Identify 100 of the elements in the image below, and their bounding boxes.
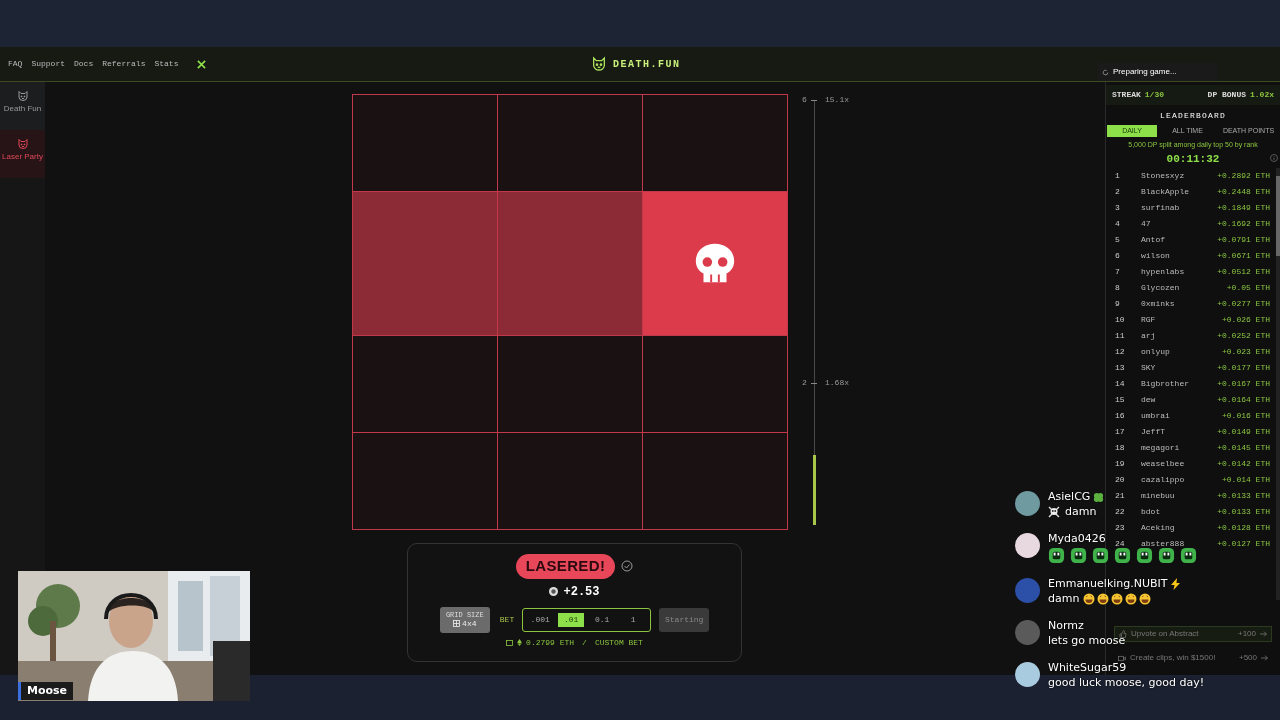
- nav-link[interactable]: FAQ: [8, 58, 23, 70]
- video-icon: [1118, 654, 1126, 662]
- player-name: Stonesxyz: [1141, 170, 1185, 182]
- bet-option[interactable]: 0.1: [589, 612, 616, 627]
- grid-tile[interactable]: [498, 335, 642, 432]
- screaming-emote-icon: [1158, 547, 1175, 564]
- winnings: +0.0149 ETH: [1217, 426, 1270, 438]
- cat-icon: [16, 90, 29, 102]
- rank: 22: [1115, 506, 1126, 518]
- player-name: hypenlabs: [1141, 266, 1185, 278]
- winnings: +0.014 ETH: [1222, 474, 1270, 486]
- bet-label: BET: [499, 613, 515, 626]
- rank: 8: [1115, 282, 1121, 294]
- bet-option[interactable]: .01: [558, 612, 585, 627]
- chat-author: AsielCG: [1048, 490, 1091, 504]
- custom-bet-link[interactable]: CUSTOM BET: [594, 636, 643, 649]
- grid-icon: [453, 620, 461, 627]
- check-circle-icon: [621, 560, 634, 573]
- winnings: +0.0177 ETH: [1217, 362, 1270, 374]
- screaming-emote-icon: [1180, 547, 1197, 564]
- rank: 1: [1115, 170, 1121, 182]
- laughing-emoji-icon: [1125, 593, 1138, 605]
- rank: 14: [1115, 378, 1126, 390]
- grid-tile[interactable]: [353, 95, 497, 192]
- grid-tile[interactable]: [353, 432, 497, 529]
- rank: 21: [1115, 490, 1126, 502]
- arrow-right-icon: [1261, 655, 1268, 661]
- screaming-emote-icon: [1114, 547, 1131, 564]
- player-name: cazalippo: [1141, 474, 1185, 486]
- player-name: surfinab: [1141, 202, 1180, 214]
- rank: 10: [1115, 314, 1126, 326]
- grid-tile[interactable]: [498, 95, 642, 192]
- winnings: +0.0512 ETH: [1217, 266, 1270, 278]
- x-logo-icon[interactable]: [197, 59, 207, 69]
- scale-tick: [811, 382, 817, 384]
- winnings: +0.0142 ETH: [1217, 458, 1270, 470]
- player-name: BlackApple: [1141, 186, 1189, 198]
- screaming-emote-icon: [1136, 547, 1153, 564]
- streak-value: 1/30: [1144, 89, 1164, 101]
- site-logo[interactable]: DEATH.FUN: [613, 56, 681, 72]
- player-name: umbrai: [1141, 410, 1170, 422]
- screaming-emote-icon: [1048, 547, 1065, 564]
- chat-author: WhiteSugar59: [1048, 661, 1127, 675]
- rank: 11: [1115, 330, 1126, 342]
- grid-tile[interactable]: [643, 335, 787, 432]
- player-name: Antof: [1141, 234, 1165, 246]
- grid-tile[interactable]: [643, 192, 787, 335]
- laughing-emoji-icon: [1111, 593, 1124, 605]
- rank: 16: [1115, 410, 1126, 422]
- rank: 15: [1115, 394, 1126, 406]
- toast: Preparing game...: [1098, 63, 1218, 81]
- scale-multiplier: 15.1x: [825, 94, 849, 106]
- wallet-icon: [506, 639, 514, 646]
- nav-link[interactable]: Referrals: [102, 58, 146, 70]
- bonus-value: 1.02x: [1250, 89, 1274, 101]
- sidebar-item[interactable]: Death Fun: [0, 82, 45, 130]
- winnings: +0.0128 ETH: [1217, 522, 1270, 534]
- bonus-label: DP BONUS: [1207, 89, 1246, 101]
- rank: 23: [1115, 522, 1126, 534]
- player-name: abster888: [1141, 538, 1185, 550]
- bet-option[interactable]: .001: [527, 612, 554, 627]
- winnings: +0.0145 ETH: [1217, 442, 1270, 454]
- chat-message: good luck moose, good day!: [1048, 676, 1205, 690]
- grid-tile[interactable]: [498, 192, 642, 335]
- player-name: 47: [1141, 218, 1151, 230]
- thumbs-up-icon: [1119, 630, 1127, 638]
- nav-link[interactable]: Support: [31, 58, 65, 70]
- winnings: +0.0133 ETH: [1217, 506, 1270, 518]
- lightning-icon: [1170, 578, 1180, 590]
- winnings: +0.2448 ETH: [1217, 186, 1270, 198]
- player-name: Aceking: [1141, 522, 1175, 534]
- screaming-emote-icon: [1070, 547, 1087, 564]
- rank: 12: [1115, 346, 1126, 358]
- grid-tile[interactable]: [353, 192, 497, 335]
- grid-tile[interactable]: [643, 432, 787, 529]
- rank: 18: [1115, 442, 1126, 454]
- rank: 4: [1115, 218, 1121, 230]
- player-name: 0xminks: [1141, 298, 1175, 310]
- winnings: +0.0164 ETH: [1217, 394, 1270, 406]
- bet-option[interactable]: 1: [620, 612, 647, 627]
- winnings: +0.1692 ETH: [1217, 218, 1270, 230]
- player-name: megagori: [1141, 442, 1180, 454]
- winnings: +0.0133 ETH: [1217, 490, 1270, 502]
- chat-author: Myda0426: [1048, 532, 1106, 546]
- winnings: +0.016 ETH: [1222, 410, 1270, 422]
- nav-link[interactable]: Stats: [154, 58, 179, 70]
- player-name: RGF: [1141, 314, 1156, 326]
- scale-multiplier: 1.68x: [825, 377, 849, 390]
- winnings: +0.2892 ETH: [1217, 170, 1270, 182]
- rank: 7: [1115, 266, 1121, 278]
- winnings: +0.0252 ETH: [1217, 330, 1270, 342]
- grid-tile[interactable]: [643, 95, 787, 192]
- player-name: SKY: [1141, 362, 1156, 374]
- payout-amount: +2.53: [563, 583, 600, 601]
- rank: 6: [1115, 250, 1121, 262]
- grid-tile[interactable]: [498, 432, 642, 529]
- scale-count: 6: [802, 94, 808, 106]
- grid-tile[interactable]: [353, 335, 497, 432]
- nav-link[interactable]: Docs: [74, 58, 94, 70]
- sidebar-item[interactable]: Laser Party: [0, 130, 45, 178]
